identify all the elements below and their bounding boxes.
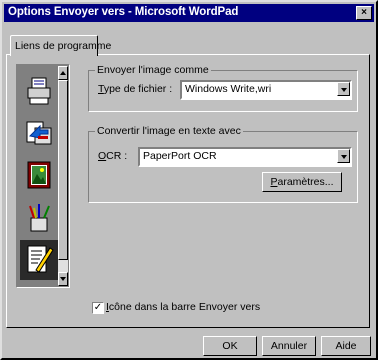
fax-icon[interactable] [22, 116, 56, 150]
send-image-legend: Envoyer l'image comme [95, 64, 211, 76]
ok-button[interactable]: OK [203, 336, 257, 356]
printer-icon[interactable] [22, 74, 56, 108]
image-icon[interactable] [22, 158, 56, 192]
ocr-legend: Convertir l'image en texte avec [95, 125, 243, 137]
ocr-value: PaperPort OCR [143, 150, 217, 162]
scroll-up-button[interactable] [58, 66, 68, 80]
scroll-down-button[interactable] [58, 272, 68, 286]
ocr-group: Convertir l'image en texte avec [88, 125, 358, 203]
file-type-value: Windows Write,wri [185, 83, 272, 95]
chevron-down-icon[interactable] [337, 149, 350, 163]
program-icon-list[interactable] [16, 64, 70, 288]
ocr-select[interactable]: PaperPort OCR [138, 147, 352, 167]
tab-liens-de-programme[interactable]: Liens de programme [10, 35, 111, 56]
icon-in-sendto-label: Icône dans la barre Envoyer vers [106, 301, 261, 313]
file-type-select[interactable]: Windows Write,wri [180, 80, 352, 100]
parametres-button[interactable]: Paramètres... [262, 172, 342, 192]
close-button[interactable]: × [356, 6, 372, 20]
help-button[interactable]: Aide [321, 336, 371, 356]
ocr-label: OCR : [98, 150, 128, 162]
window-title: Options Envoyer vers - Microsoft WordPad [8, 6, 239, 18]
chevron-down-icon[interactable] [337, 82, 350, 96]
icon-column [18, 66, 58, 286]
scroll-thumb[interactable] [58, 80, 68, 260]
tab-label: Liens de programme [15, 40, 112, 52]
brushes-icon[interactable] [22, 200, 56, 234]
title-bar: Options Envoyer vers - Microsoft WordPad… [4, 4, 374, 22]
file-type-label: Type de fichier : [98, 83, 173, 95]
cancel-button[interactable]: Annuler [262, 336, 316, 356]
document-pen-icon[interactable] [20, 240, 58, 280]
icon-list-scrollbar[interactable] [58, 66, 68, 286]
icon-in-sendto-checkbox[interactable]: ✓ [92, 302, 104, 314]
